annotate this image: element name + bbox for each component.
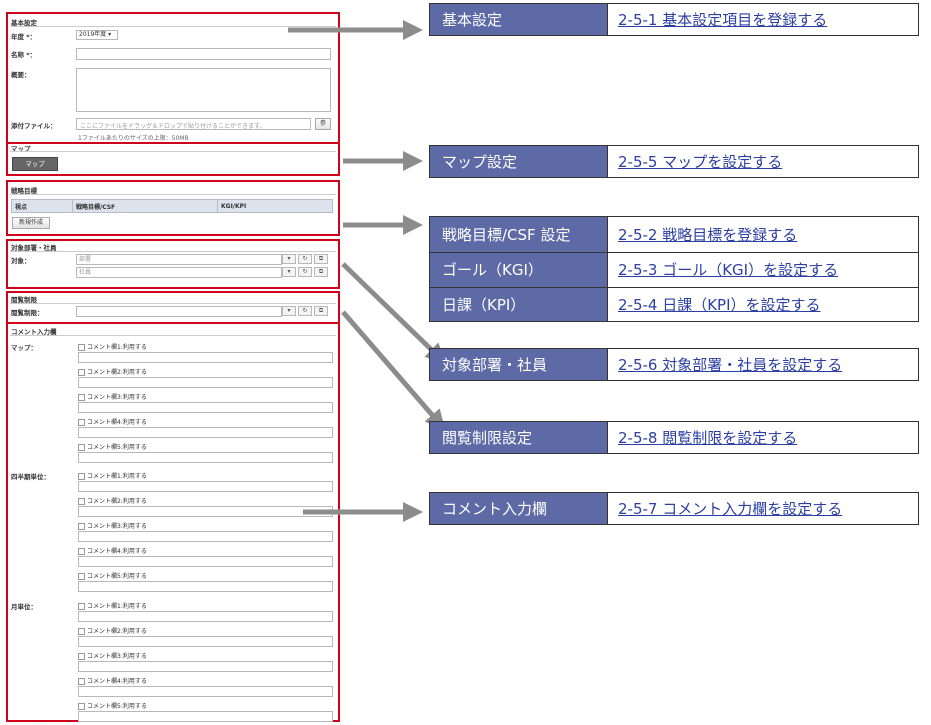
- callout-comment-label: コメント入力欄: [430, 493, 607, 524]
- callout-basic-link[interactable]: 2-5-1 基本設定項目を登録する: [608, 4, 918, 35]
- callout-basic-label: 基本設定: [430, 4, 607, 35]
- callout-view: 閲覧制限設定 2-5-8 閲覧制限を設定する: [429, 421, 919, 454]
- callout-map-link[interactable]: 2-5-5 マップを設定する: [608, 146, 918, 177]
- callout-comment-link[interactable]: 2-5-7 コメント入力欄を設定する: [608, 493, 918, 524]
- callout-target: 対象部署・社員 2-5-6 対象部署・社員を設定する: [429, 348, 919, 381]
- callout-kpi-label: 日課（KPI）: [430, 287, 607, 321]
- arrow-view: [341, 310, 446, 431]
- callout-target-link[interactable]: 2-5-6 対象部署・社員を設定する: [608, 349, 918, 380]
- callout-view-label: 閲覧制限設定: [430, 422, 607, 453]
- callout-strategy-link[interactable]: 2-5-2 戦略目標を登録する: [608, 217, 918, 252]
- callout-map: マップ設定 2-5-5 マップを設定する: [429, 145, 919, 178]
- callout-strategy-label: 戦略目標/CSF 設定: [430, 217, 607, 252]
- callout-view-link[interactable]: 2-5-8 閲覧制限を設定する: [608, 422, 918, 453]
- callout-map-label: マップ設定: [430, 146, 607, 177]
- callout-target-label: 対象部署・社員: [430, 349, 607, 380]
- callout-comment: コメント入力欄 2-5-7 コメント入力欄を設定する: [429, 492, 919, 525]
- callout-kpi-link[interactable]: 2-5-4 日課（KPI）を設定する: [608, 287, 918, 321]
- callout-kgi-label: ゴール（KGI）: [430, 252, 607, 287]
- callout-kgi-link[interactable]: 2-5-3 ゴール（KGI）を設定する: [608, 252, 918, 287]
- callout-strategy-group: 戦略目標/CSF 設定 ゴール（KGI） 日課（KPI） 2-5-2 戦略目標を…: [429, 216, 919, 322]
- callout-basic: 基本設定 2-5-1 基本設定項目を登録する: [429, 3, 919, 36]
- arrow-target: [341, 262, 446, 364]
